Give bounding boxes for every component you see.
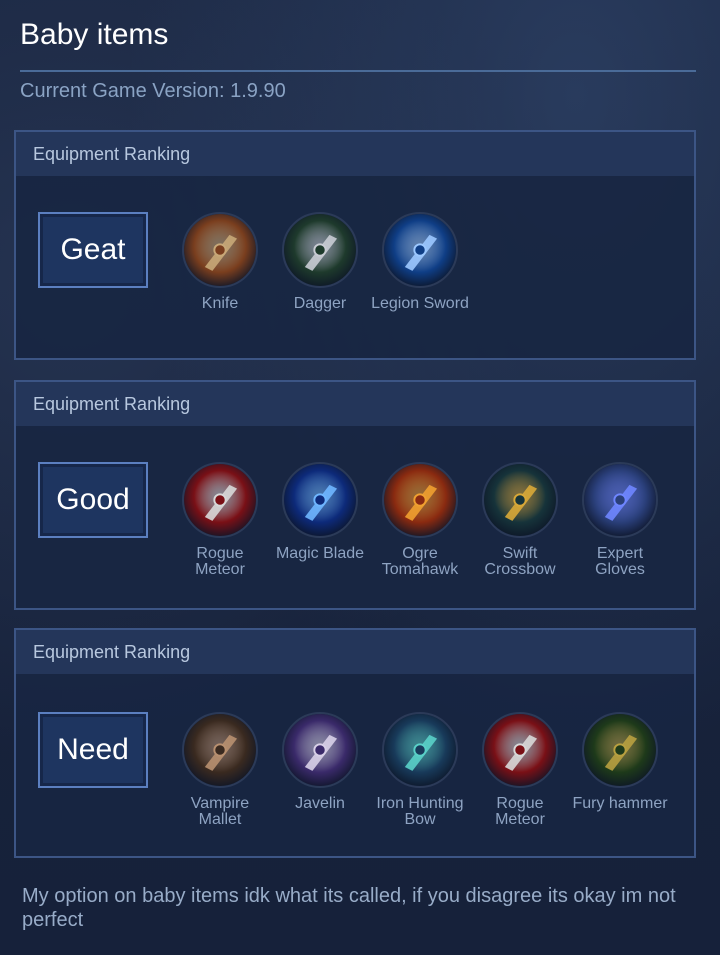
magic-blade-icon[interactable] [282,462,358,538]
item-label: Expert Gloves [595,545,645,578]
tier-badge: Need [38,712,148,788]
item-magic-blade[interactable]: Magic Blade [270,462,370,562]
item-label: Vampire Mallet [190,795,250,828]
item-fury-hammer[interactable]: Fury hammer [570,712,670,812]
item-label: Legion Sword [371,295,469,312]
author-note: My option on baby items idk what its cal… [22,885,676,931]
tier-badge: Good [38,462,148,538]
ogre-tomahawk-icon[interactable] [382,462,458,538]
legion-sword-icon[interactable] [382,212,458,288]
swift-crossbow-icon[interactable] [482,462,558,538]
item-knife[interactable]: Knife [170,212,270,312]
dagger-icon[interactable] [282,212,358,288]
expert-gloves-icon[interactable] [582,462,658,538]
panel-header: Equipment Ranking [16,132,694,176]
knife-icon[interactable] [182,212,258,288]
item-label: Magic Blade [275,545,365,562]
item-rogue-meteor[interactable]: Rogue Meteor [170,462,270,578]
item-legion-sword[interactable]: Legion Sword [370,212,470,312]
item-label: Ogre Tomahawk [381,545,459,578]
item-label: Iron Hunting Bow [376,795,464,828]
item-label: Fury hammer [572,795,668,812]
item-vampire-mallet[interactable]: Vampire Mallet [170,712,270,828]
game-version: Current Game Version: 1.9.90 [20,80,286,102]
item-label: Swift Crossbow [484,545,556,578]
tier-badge: Geat [38,212,148,288]
item-iron-hunting-bow[interactable]: Iron Hunting Bow [370,712,470,828]
item-label: Javelin [295,795,345,812]
ranking-panel-good: Equipment Ranking Good Rogue Meteor Magi… [14,380,696,610]
item-label: Rogue Meteor [495,795,545,828]
page-title: Baby items [20,18,169,51]
panel-header: Equipment Ranking [16,630,694,674]
item-ogre-tomahawk[interactable]: Ogre Tomahawk [370,462,470,578]
javelin-icon[interactable] [282,712,358,788]
item-label: Knife [201,295,239,312]
item-dagger[interactable]: Dagger [270,212,370,312]
iron-hunting-bow-icon[interactable] [382,712,458,788]
rogue-meteor-icon[interactable] [182,462,258,538]
item-swift-crossbow[interactable]: Swift Crossbow [470,462,570,578]
item-expert-gloves[interactable]: Expert Gloves [570,462,670,578]
item-label: Rogue Meteor [195,545,245,578]
ranking-panel-geat: Equipment Ranking Geat Knife Dagger Legi… [14,130,696,360]
vampire-mallet-icon[interactable] [182,712,258,788]
item-rogue-meteor[interactable]: Rogue Meteor [470,712,570,828]
panel-header: Equipment Ranking [16,382,694,426]
item-label: Dagger [293,295,347,312]
fury-hammer-icon[interactable] [582,712,658,788]
ranking-panel-need: Equipment Ranking Need Vampire Mallet Ja… [14,628,696,858]
title-divider [20,70,696,72]
rogue-meteor-icon[interactable] [482,712,558,788]
item-javelin[interactable]: Javelin [270,712,370,812]
